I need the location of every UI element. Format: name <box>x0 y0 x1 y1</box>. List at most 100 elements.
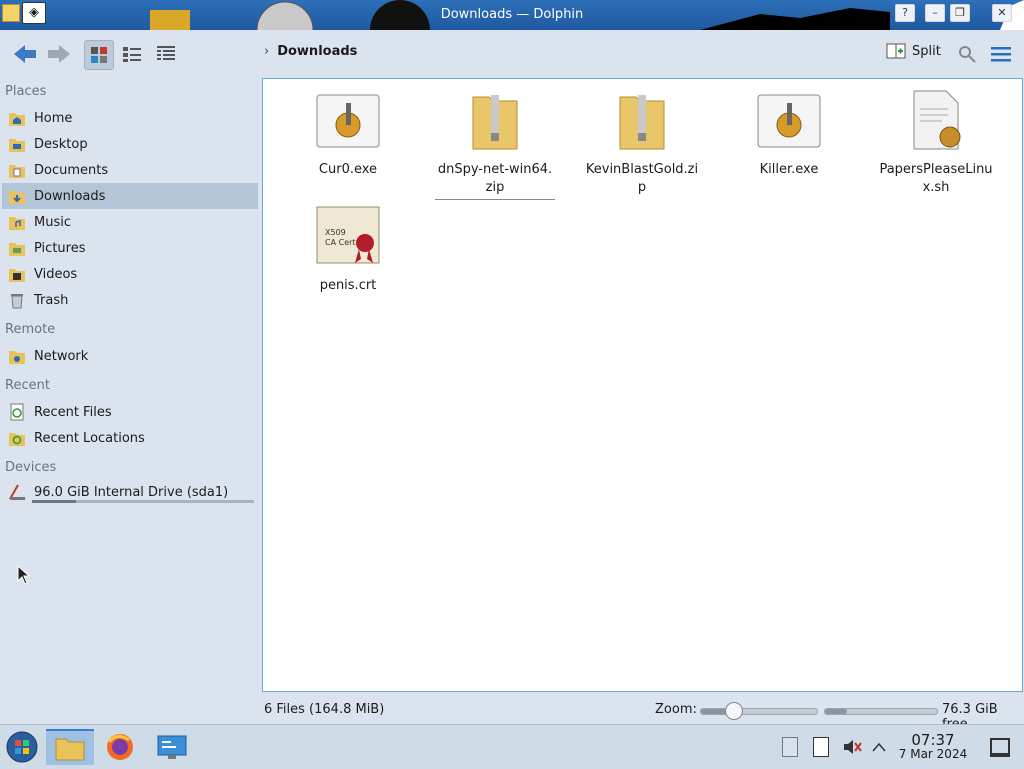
forward-icon <box>48 45 70 63</box>
documents-folder-icon <box>8 161 26 179</box>
window-title: Downloads — Dolphin <box>440 7 584 22</box>
sidebar-item-documents[interactable]: Documents <box>2 157 258 183</box>
sidebar-item-label: Recent Files <box>34 404 112 420</box>
recent-files-icon <box>8 403 26 421</box>
close-button[interactable]: ✕ <box>992 4 1012 22</box>
taskbar-dolphin[interactable] <box>46 729 94 765</box>
search-icon <box>959 46 976 63</box>
executable-icon <box>316 94 380 148</box>
pictures-folder-icon <box>8 239 26 257</box>
clock[interactable]: 07:37 7 Mar 2024 <box>896 731 970 761</box>
split-button[interactable]: Split <box>886 42 941 60</box>
notes-icon[interactable] <box>813 737 829 757</box>
sidebar-item-label: Documents <box>34 162 109 178</box>
system-settings-icon <box>157 735 187 759</box>
zoom-slider[interactable] <box>700 702 818 720</box>
back-button[interactable] <box>10 40 40 68</box>
sidebar-item-home[interactable]: Home <box>2 105 258 131</box>
sidebar-item-label: Home <box>34 110 73 126</box>
svg-text:CA Cert: CA Cert <box>325 238 356 247</box>
compact-view-button[interactable] <box>118 40 146 68</box>
icons-view-icon <box>91 47 107 63</box>
hamburger-menu-icon <box>991 47 1011 62</box>
chevron-up-icon[interactable] <box>872 741 886 753</box>
firefox-icon <box>107 734 133 760</box>
sidebar-item-label: Trash <box>34 292 69 308</box>
file-item[interactable]: X509 CA Cert penis.crt <box>288 205 408 295</box>
dolphin-icon <box>55 738 85 761</box>
breadcrumb[interactable]: › Downloads <box>264 44 357 59</box>
taskbar-system-settings[interactable] <box>152 729 192 765</box>
file-view[interactable]: Cur0.exe dnSpy-net-win64.zip KevinBlastG… <box>262 78 1023 692</box>
help-button[interactable]: ? <box>895 4 915 22</box>
split-label: Split <box>912 43 941 59</box>
executable-icon <box>757 94 821 148</box>
menu-button[interactable] <box>990 40 1012 68</box>
file-item[interactable]: dnSpy-net-win64.zip <box>435 89 555 200</box>
sidebar-item-music[interactable]: Music <box>2 209 258 235</box>
downloads-folder-icon <box>8 187 26 205</box>
zip-folder-icon <box>619 95 665 150</box>
shell-script-icon <box>913 90 961 150</box>
sidebar-item-label: Network <box>34 348 89 364</box>
remote-header: Remote <box>5 322 56 337</box>
svg-text:X509: X509 <box>325 228 346 237</box>
file-item[interactable]: Killer.exe <box>729 93 849 179</box>
search-button[interactable] <box>956 40 978 68</box>
sidebar-item-pictures[interactable]: Pictures <box>2 235 258 261</box>
trash-icon <box>8 291 26 309</box>
maximize-button[interactable]: ❐ <box>950 4 970 22</box>
places-header: Places <box>5 84 47 99</box>
recent-header: Recent <box>5 378 50 393</box>
free-space-fill <box>825 709 848 714</box>
zip-folder-icon <box>472 95 518 150</box>
sidebar-item-videos[interactable]: Videos <box>2 261 258 287</box>
start-menu-icon <box>6 731 38 763</box>
sidebar-item-downloads[interactable]: Downloads <box>2 183 258 209</box>
file-item[interactable]: PapersPleaseLinux.sh <box>876 89 996 197</box>
forward-button[interactable] <box>44 40 74 68</box>
places-panel: Places Home Desktop Documents Downloads … <box>0 78 262 698</box>
show-desktop-icon[interactable] <box>990 738 1010 757</box>
sidebar-item-desktop[interactable]: Desktop <box>2 131 258 157</box>
taskbar-firefox[interactable] <box>100 729 140 765</box>
file-name: Cur0.exe <box>318 162 378 177</box>
toolbar: › Downloads Split <box>0 30 1024 78</box>
free-space-bar <box>824 708 938 715</box>
zoom-slider-handle[interactable] <box>725 702 744 720</box>
sidebar-item-label: Downloads <box>34 188 106 204</box>
sidebar-item-trash[interactable]: Trash <box>2 287 258 313</box>
sidebar-item-recent-files[interactable]: Recent Files <box>2 399 258 425</box>
muted-speaker-icon[interactable] <box>842 737 862 757</box>
icons-view-button[interactable] <box>84 40 114 70</box>
sidebar-item-label: Desktop <box>34 136 88 152</box>
clipboard-icon[interactable] <box>782 737 798 757</box>
file-name: penis.crt <box>319 278 377 293</box>
chevron-right-icon: › <box>264 44 270 59</box>
sidebar-item-label: Recent Locations <box>34 430 145 446</box>
sidebar-item-recent-locations[interactable]: Recent Locations <box>2 425 258 451</box>
sidebar-item-label: Pictures <box>34 240 86 256</box>
home-folder-icon <box>8 109 26 127</box>
drive-usage-bar <box>32 500 254 503</box>
zoom-label: Zoom: <box>655 702 697 717</box>
status-bar: 6 Files (164.8 MiB) Zoom: 76.3 GiB free <box>0 698 1024 732</box>
clock-date: 7 Mar 2024 <box>898 747 968 761</box>
desktop-folder-icon <box>8 135 26 153</box>
details-view-button[interactable] <box>152 40 180 68</box>
sidebar-item-label: Videos <box>34 266 78 282</box>
file-name: KevinBlastGold.zip <box>585 162 699 195</box>
sidebar-item-label: Music <box>34 214 71 230</box>
file-count-summary: 6 Files (164.8 MiB) <box>264 702 385 717</box>
sidebar-item-network[interactable]: Network <box>2 343 258 369</box>
drive-icon <box>8 483 26 501</box>
file-item[interactable]: Cur0.exe <box>288 93 408 179</box>
compact-view-icon <box>123 47 141 62</box>
file-name: dnSpy-net-win64.zip <box>435 161 555 200</box>
drive-usage-fill <box>32 500 77 503</box>
file-item[interactable]: KevinBlastGold.zip <box>582 89 702 197</box>
minimize-button[interactable]: – <box>925 4 945 22</box>
start-menu-button[interactable] <box>2 729 42 765</box>
file-name: Killer.exe <box>759 162 819 177</box>
breadcrumb-downloads[interactable]: Downloads <box>277 44 357 59</box>
